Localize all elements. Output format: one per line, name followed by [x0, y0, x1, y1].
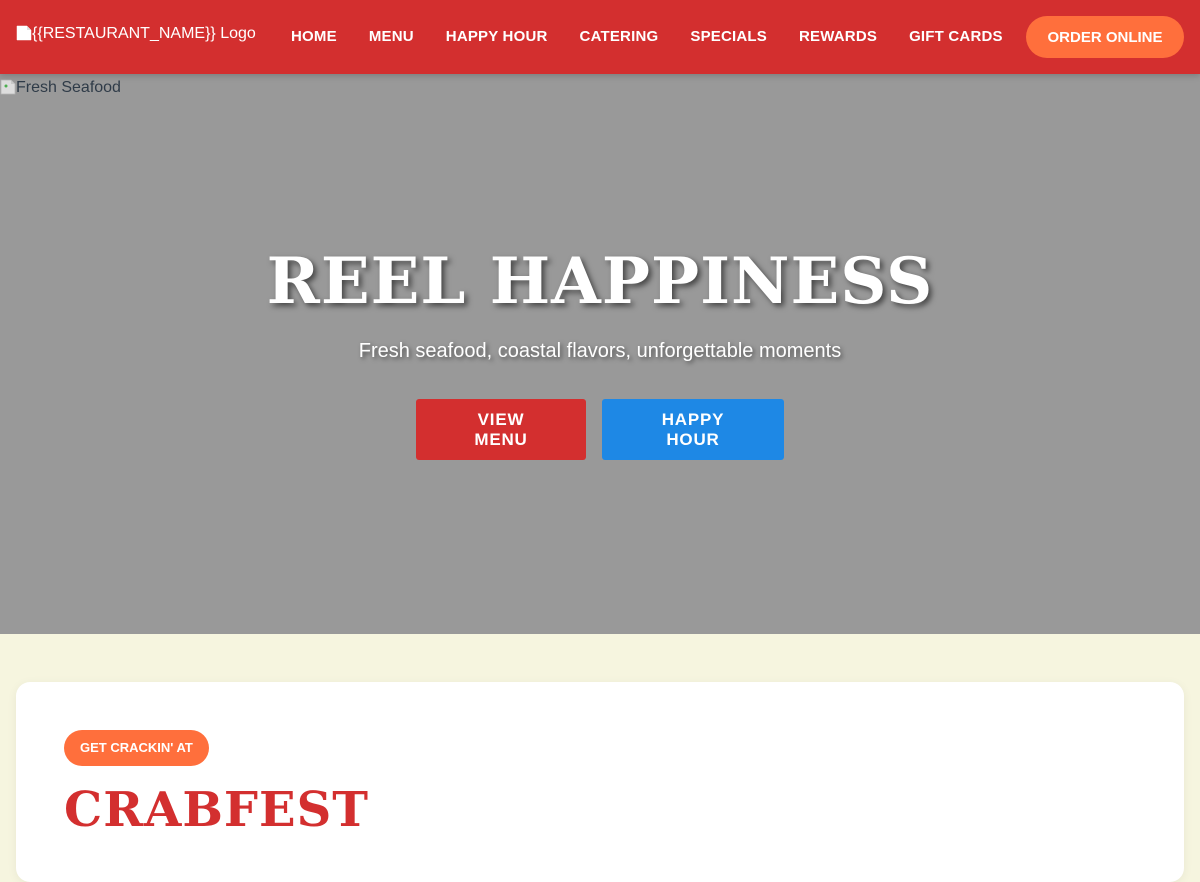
nav-gift-cards[interactable]: GIFT CARDS [909, 28, 1003, 46]
nav-home[interactable]: HOME [291, 28, 337, 46]
nav-happy-hour[interactable]: HAPPY HOUR [446, 28, 548, 46]
crabfest-promo-card: GET CRACKIN' AT CRABFEST [16, 682, 1184, 882]
hero-actions: VIEW MENU HAPPY HOUR [0, 399, 1200, 460]
site-header: {{RESTAURANT_NAME}} Logo HOME MENU HAPPY… [0, 0, 1200, 74]
happy-hour-button[interactable]: HAPPY HOUR [602, 399, 784, 460]
restaurant-logo[interactable]: {{RESTAURANT_NAME}} Logo [16, 24, 256, 44]
promo-badge: GET CRACKIN' AT [64, 730, 209, 766]
nav-catering[interactable]: CATERING [580, 28, 659, 46]
nav-specials[interactable]: SPECIALS [690, 28, 767, 46]
hero-subtitle: Fresh seafood, coastal flavors, unforget… [358, 340, 842, 362]
broken-image-icon [16, 25, 32, 41]
hero-image: Fresh Seafood [0, 78, 121, 98]
main-navigation: HOME MENU HAPPY HOUR CATERING SPECIALS R… [291, 28, 1003, 46]
broken-image-icon [0, 79, 16, 95]
nav-menu[interactable]: MENU [369, 28, 414, 46]
order-online-button[interactable]: ORDER ONLINE [1026, 16, 1184, 58]
hero-image-alt-text: Fresh Seafood [16, 79, 121, 96]
hero-section: Fresh Seafood REEL HAPPINESS Fresh seafo… [0, 74, 1200, 634]
hero-title: REEL HAPPINESS [266, 244, 934, 319]
promo-title: CRABFEST [64, 782, 369, 838]
nav-rewards[interactable]: REWARDS [799, 28, 877, 46]
logo-alt-text: {{RESTAURANT_NAME}} Logo [32, 25, 256, 42]
view-menu-button[interactable]: VIEW MENU [416, 399, 586, 460]
